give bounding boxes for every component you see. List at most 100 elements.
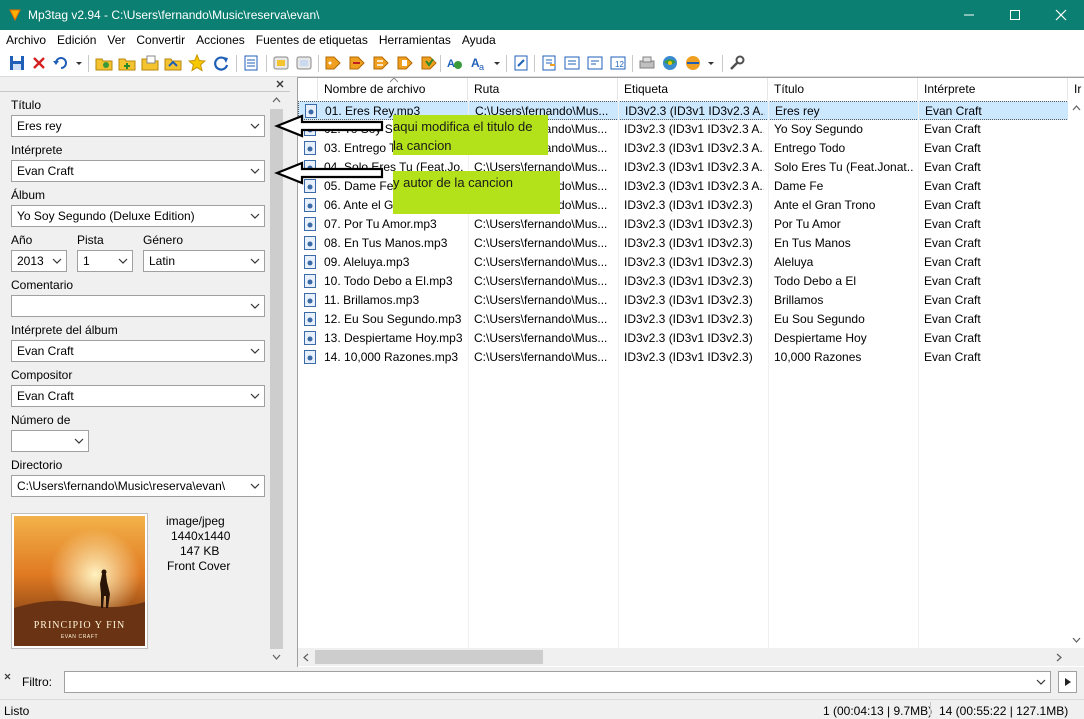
playlist-icon[interactable] [563,54,581,72]
column-header-tag[interactable]: Etiqueta [618,78,768,100]
album-artist-label: Intérprete del álbum [11,323,118,337]
menu-ayuda[interactable]: Ayuda [458,33,500,47]
view-list-icon[interactable] [242,54,260,72]
tag-sources-dropdown-icon[interactable] [706,54,716,72]
table-row[interactable]: 11. Brillamos.mp3 C:\Users\fernando\Mus..… [298,291,1084,310]
cell-filename: 14. 10,000 Razones.mp3 [324,350,459,364]
year-field[interactable]: 2013 [11,250,67,272]
mp3-file-icon [304,198,316,212]
table-row[interactable]: 13. Despiertame Hoy.mp3 C:\Users\fernando… [298,329,1084,348]
track-field[interactable]: 1 [77,250,133,272]
text-tag-icon[interactable] [372,54,390,72]
favorite-folder-icon[interactable] [164,54,182,72]
undo-icon[interactable] [52,54,70,72]
filter-apply-button[interactable] [1058,671,1077,693]
title-field[interactable]: Eres rey [11,115,265,137]
file-list-vscroll[interactable] [1068,100,1084,648]
edit-icon[interactable] [512,54,530,72]
table-row[interactable]: 09. Aleluya.mp3 C:\Users\fernando\Mus... I… [298,253,1084,272]
web-source-icon[interactable] [661,54,679,72]
scroll-down-icon[interactable] [1072,635,1081,644]
table-row[interactable]: 12. Eu Sou Segundo.mp3 C:\Users\fernando\… [298,310,1084,329]
filter-input[interactable] [64,671,1051,693]
menu-ver[interactable]: Ver [103,33,129,47]
add-directory-icon[interactable] [118,54,136,72]
column-header-icon[interactable] [298,78,318,100]
tag-sources-icon[interactable] [684,54,702,72]
tag-tag-icon[interactable] [396,54,414,72]
table-row[interactable]: 14. 10,000 Razones.mp3 C:\Users\fernando\… [298,348,1084,367]
export-icon[interactable] [540,54,558,72]
export-numbered-icon[interactable]: 12 [609,54,627,72]
chevron-down-icon [250,303,260,309]
undo-dropdown-icon[interactable] [74,54,84,72]
column-header-title[interactable]: Título [768,78,918,100]
scroll-left-icon[interactable] [302,653,311,662]
scroll-up-icon[interactable] [1072,104,1081,113]
status-text: Listo [4,704,30,718]
cell-title: Eres rey [775,104,820,118]
track-label: Pista [77,233,104,247]
settings-wrench-icon[interactable] [728,54,746,72]
refresh-icon[interactable] [212,54,230,72]
track-value: 1 [83,254,90,268]
menu-acciones[interactable]: Acciones [192,33,249,47]
actions-icon[interactable]: Aa [470,54,488,72]
hscroll-thumb[interactable] [315,650,543,664]
playlist-save-icon[interactable] [586,54,604,72]
maximize-button[interactable] [992,0,1038,30]
artist-field[interactable]: Evan Craft [11,160,265,182]
filename-tag-icon[interactable] [348,54,366,72]
table-row[interactable]: 08. En Tus Manos.mp3 C:\Users\fernando\Mu… [298,234,1084,253]
cell-path: C:\Users\fernando\Mus... [474,255,608,269]
album-field[interactable]: Yo Soy Segundo (Deluxe Edition) [11,205,265,227]
autonumber-icon[interactable] [420,54,438,72]
album-artist-field[interactable]: Evan Craft [11,340,265,362]
cell-title: Dame Fe [774,179,824,193]
copy-tag-icon[interactable] [272,54,290,72]
menu-herramientas[interactable]: Herramientas [375,33,455,47]
column-header-path[interactable]: Ruta [468,78,618,100]
scroll-right-icon[interactable] [1054,653,1063,662]
scroll-thumb[interactable] [270,109,283,649]
scroll-down-icon[interactable] [272,652,281,661]
panel-close-icon[interactable] [276,80,284,88]
genre-field[interactable]: Latin [143,250,265,272]
close-button[interactable] [1038,0,1084,30]
cell-tag: ID3v2.3 (ID3v1 ID3v2.3) [624,198,753,212]
change-directory-icon[interactable] [95,54,113,72]
cover-art[interactable]: PRINCIPIO Y FIN EVAN CRAFT [11,513,148,649]
composer-field[interactable]: Evan Craft [11,385,265,407]
open-folder-icon[interactable] [141,54,159,72]
table-row[interactable]: 07. Por Tu Amor.mp3 C:\Users\fernando\Mus… [298,215,1084,234]
menu-fuentes-de-etiquetas[interactable]: Fuentes de etiquetas [252,33,372,47]
case-conversion-icon[interactable]: A [446,54,464,72]
menu-convertir[interactable]: Convertir [132,33,189,47]
paste-tag-icon[interactable] [295,54,313,72]
cell-artist: Evan Craft [924,350,981,364]
tag-panel-scrollbar[interactable] [268,92,285,665]
star-icon[interactable] [188,54,206,72]
save-icon[interactable] [8,54,26,72]
column-header-extra[interactable]: Ir [1068,78,1084,100]
discnumber-field[interactable] [11,430,89,452]
tag-filename-icon[interactable] [324,54,342,72]
actions-dropdown-icon[interactable] [492,54,502,72]
freedb-icon[interactable] [638,54,656,72]
table-row[interactable]: 10. Todo Debo a El.mp3 C:\Users\fernando\… [298,272,1084,291]
cell-artist: Evan Craft [925,104,982,118]
file-list-hscroll[interactable] [298,648,1084,666]
cell-artist: Evan Craft [924,274,981,288]
comment-field[interactable] [11,295,265,317]
album-artist-value: Evan Craft [17,344,74,358]
cover-art-image: PRINCIPIO Y FIN EVAN CRAFT [14,516,145,646]
minimize-button[interactable] [946,0,992,30]
menu-edicion[interactable]: Edición [53,33,100,47]
menu-archivo[interactable]: Archivo [2,33,50,47]
cell-path: C:\Users\fernando\Mus... [474,293,608,307]
remove-tag-icon[interactable] [30,54,48,72]
directory-field[interactable]: C:\Users\fernando\Music\reserva\evan\ [11,475,265,497]
filter-close-icon[interactable] [4,673,11,680]
column-header-artist[interactable]: Intérprete [918,78,1068,100]
scroll-up-icon[interactable] [272,96,281,105]
